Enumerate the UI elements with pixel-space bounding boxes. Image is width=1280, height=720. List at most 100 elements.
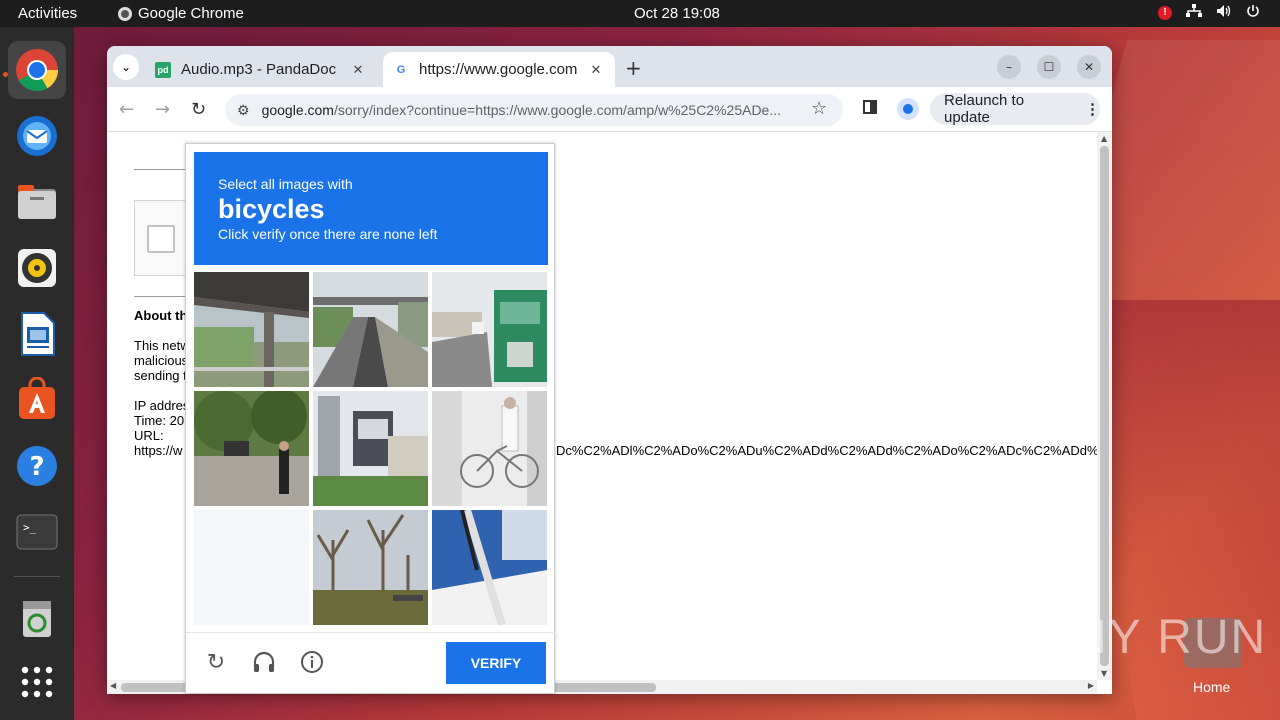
ip-address-line: IP addres <box>134 398 190 413</box>
captcha-tile-blank[interactable] <box>194 510 309 625</box>
bookmark-star-icon[interactable]: ☆ <box>811 98 827 119</box>
files-icon <box>18 185 56 219</box>
site-settings-icon[interactable]: ⚙ <box>237 102 250 119</box>
blank-image <box>194 510 309 625</box>
road-overpass-image <box>313 272 428 387</box>
url-path: /sorry/index?continue=https://www.google… <box>333 102 782 118</box>
chevron-down-icon: ⌄ <box>120 60 132 74</box>
terminal-icon: >_ <box>16 514 58 550</box>
dock: ? >_ <box>0 27 74 720</box>
about-heading: About th <box>134 308 188 323</box>
boat-rail-image <box>432 510 547 625</box>
request-details: IP addres Time: 20 URL: https://w <box>134 398 189 458</box>
more-menu-icon[interactable]: ⋮ <box>1085 100 1100 118</box>
trash-icon <box>23 601 51 637</box>
info-paragraph: This netw malicious sending t <box>134 338 190 383</box>
tab-title: Audio.mp3 - PandaDoc <box>181 61 337 78</box>
volume-icon[interactable] <box>1216 4 1232 21</box>
scroll-left-icon[interactable]: ◀ <box>110 681 116 690</box>
new-tab-button[interactable]: + <box>625 56 642 80</box>
back-button[interactable]: ← <box>119 99 134 120</box>
maximize-button[interactable]: ☐ <box>1037 55 1061 79</box>
power-icon[interactable] <box>1246 4 1260 21</box>
profile-avatar[interactable] <box>897 98 919 120</box>
captcha-tile-bare-trees[interactable] <box>313 510 428 625</box>
scroll-down-icon[interactable]: ▼ <box>1101 669 1107 678</box>
paragraph-line: malicious <box>134 353 189 368</box>
captcha-target: bicycles <box>218 194 325 224</box>
refresh-icon: ↻ <box>206 649 226 674</box>
scroll-up-icon[interactable]: ▲ <box>1101 134 1107 143</box>
tab-google[interactable]: G https://www.google.com ✕ <box>383 52 615 87</box>
green-truck-image <box>432 272 547 387</box>
recaptcha-checkbox[interactable] <box>147 225 175 253</box>
clock[interactable]: Oct 28 19:08 <box>634 5 720 22</box>
close-tab-icon[interactable]: ✕ <box>349 62 367 78</box>
captcha-tile-underpass[interactable] <box>194 272 309 387</box>
tab-search-button[interactable]: ⌄ <box>113 54 139 80</box>
reload-button[interactable]: ↻ <box>191 99 206 120</box>
dock-trash[interactable] <box>8 589 66 647</box>
top-bar: Activities Google Chrome Oct 28 19:08 ! <box>0 0 1280 27</box>
address-bar[interactable]: ⚙ google.com /sorry/index?continue=https… <box>225 94 843 126</box>
activities-button[interactable]: Activities <box>18 5 77 22</box>
captcha-tile-street-people[interactable] <box>194 391 309 506</box>
forward-button[interactable]: → <box>155 99 170 120</box>
captcha-instruction: Select all images with <box>218 176 353 192</box>
dock-rhythmbox[interactable] <box>8 239 66 297</box>
system-tray[interactable]: ! <box>1158 4 1260 21</box>
close-window-button[interactable]: ✕ <box>1077 55 1101 79</box>
vertical-scrollbar[interactable]: ▲ ▼ <box>1097 132 1112 680</box>
verify-button[interactable]: VERIFY <box>446 642 546 684</box>
home-folder-label[interactable]: Home <box>1193 679 1230 695</box>
svg-text:?: ? <box>29 452 44 482</box>
app-menu[interactable]: Google Chrome <box>118 5 244 22</box>
dock-terminal[interactable]: >_ <box>8 503 66 561</box>
bare-trees-image <box>313 510 428 625</box>
tab-strip: ⌄ pd Audio.mp3 - PandaDoc ✕ G https://ww… <box>107 46 1112 87</box>
dock-files[interactable] <box>8 173 66 231</box>
side-panel-icon[interactable] <box>863 100 877 114</box>
paragraph-line: This netw <box>134 338 190 353</box>
url-label: URL: <box>134 428 164 443</box>
captcha-tile-road-overpass[interactable] <box>313 272 428 387</box>
captcha-challenge: Select all images with bicycles Click ve… <box>185 143 556 695</box>
minimize-button[interactable]: – <box>997 55 1021 79</box>
tab-title: https://www.google.com <box>419 61 578 78</box>
captcha-footer: ↻ VERIFY <box>186 632 556 695</box>
headphones-icon <box>253 651 275 672</box>
captcha-grid <box>194 272 548 626</box>
dock-thunderbird[interactable] <box>8 107 66 165</box>
captcha-hint: Click verify once there are none left <box>218 226 438 242</box>
help-info-button[interactable] <box>299 649 325 675</box>
network-icon[interactable] <box>1186 4 1202 21</box>
audio-challenge-button[interactable] <box>251 649 277 675</box>
app-center-icon <box>19 377 55 419</box>
underpass-image <box>194 272 309 387</box>
scroll-thumb[interactable] <box>1100 146 1109 666</box>
dock-show-apps[interactable] <box>8 653 66 711</box>
svg-text:>_: >_ <box>23 521 37 534</box>
captcha-header: Select all images with bicycles Click ve… <box>194 152 548 265</box>
city-bridge-image <box>313 391 428 506</box>
close-tab-icon[interactable]: ✕ <box>587 62 605 78</box>
scroll-right-icon[interactable]: ▶ <box>1088 681 1094 690</box>
captcha-tile-boat-rail[interactable] <box>432 510 547 625</box>
help-icon: ? <box>17 446 57 486</box>
dock-separator <box>14 576 60 577</box>
reload-challenge-button[interactable]: ↻ <box>203 649 229 675</box>
relaunch-button[interactable]: Relaunch to update ⋮ <box>930 92 1100 126</box>
dock-help[interactable]: ? <box>8 437 66 495</box>
captcha-tile-city-bridge[interactable] <box>313 391 428 506</box>
dock-impress[interactable] <box>8 305 66 363</box>
thunderbird-icon <box>17 116 57 156</box>
captcha-tile-green-truck[interactable] <box>432 272 547 387</box>
dock-app-center[interactable] <box>8 371 66 429</box>
rhythmbox-icon <box>18 249 56 287</box>
tab-pandadoc[interactable]: pd Audio.mp3 - PandaDoc ✕ <box>145 52 377 87</box>
relaunch-label: Relaunch to update <box>944 92 1025 126</box>
alert-icon[interactable]: ! <box>1158 5 1172 20</box>
maximize-icon: ☐ <box>1043 60 1055 74</box>
dock-chrome[interactable] <box>8 41 66 99</box>
captcha-tile-cyclist[interactable] <box>432 391 547 506</box>
